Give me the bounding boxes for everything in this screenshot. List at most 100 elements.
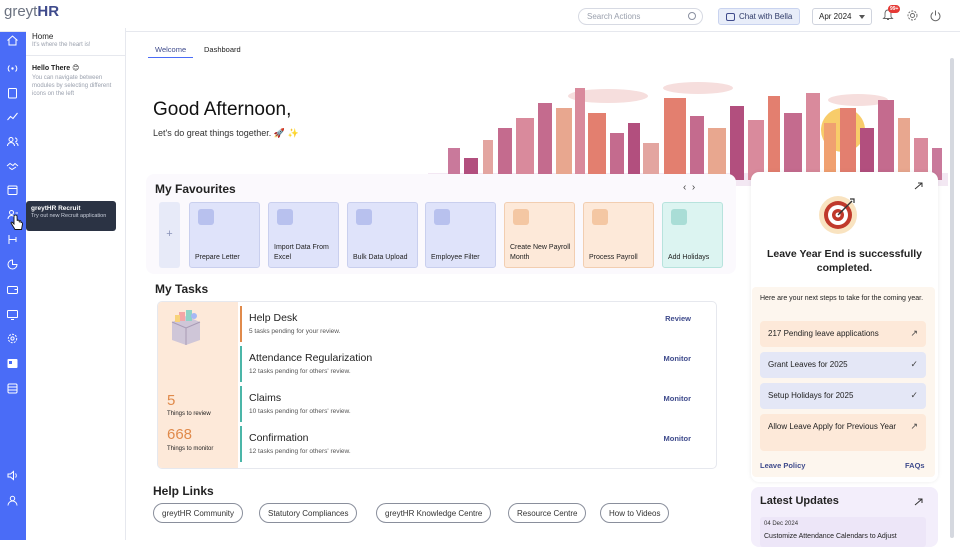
favourite-create-payroll-month[interactable]: Create New Payroll Month	[504, 202, 575, 268]
chevron-right-icon[interactable]: ›	[692, 182, 695, 193]
add-favourite-button[interactable]: +	[159, 202, 180, 268]
task-name: Confirmation	[249, 432, 309, 444]
month-select[interactable]: Apr 2024	[812, 8, 872, 25]
greeting-title: Good Afternoon,	[153, 99, 292, 120]
handshake-icon[interactable]	[6, 159, 19, 172]
greythr-logo[interactable]: greytHR	[4, 3, 59, 20]
monitor-link[interactable]: Monitor	[664, 394, 692, 403]
profile-icon[interactable]	[6, 494, 19, 507]
user-icon	[198, 209, 214, 225]
sidebar-home-title: Home	[32, 32, 54, 41]
help-link-community[interactable]: greytHR Community	[153, 503, 244, 523]
task-desc: 10 tasks pending for others' review.	[249, 408, 351, 415]
clipboard-icon[interactable]	[6, 86, 19, 99]
task-help-desk[interactable]: Help Desk 5 tasks pending for your revie…	[240, 304, 710, 342]
step-label: Grant Leaves for 2025	[768, 360, 848, 369]
monitor-icon[interactable]	[6, 308, 19, 321]
favourite-label: Import Data From Excel	[274, 244, 329, 261]
step-allow-previous-year[interactable]: Allow Leave Apply for Previous Year ↗	[760, 414, 926, 451]
database-icon[interactable]	[6, 382, 19, 395]
task-desc: 12 tasks pending for others' review.	[249, 368, 351, 375]
target-icon	[819, 196, 857, 234]
help-link-statutory[interactable]: Statutory Compliances	[259, 503, 358, 523]
monitor-link[interactable]: Monitor	[664, 434, 692, 443]
id-card-icon[interactable]	[6, 357, 19, 370]
pie-chart-icon[interactable]	[6, 258, 19, 271]
top-bar: greytHR Search Actions Chat with Bella A…	[0, 0, 960, 32]
step-setup-holidays[interactable]: Setup Holidays for 2025 ✓	[760, 383, 926, 409]
step-label: 217 Pending leave applications	[768, 329, 879, 338]
chevron-left-icon[interactable]: ‹	[683, 182, 686, 193]
leave-year-end-title: Leave Year End is successfully completed…	[766, 248, 923, 274]
calendar-icon[interactable]	[6, 183, 19, 196]
monitor-count: 668	[167, 426, 193, 443]
power-icon[interactable]	[929, 9, 942, 22]
gear-icon[interactable]	[906, 9, 919, 22]
scrollbar-thumb[interactable]	[950, 58, 954, 538]
favourite-import-data[interactable]: Import Data From Excel	[268, 202, 339, 268]
tab-welcome[interactable]: Welcome	[148, 42, 194, 58]
favourite-label: Create New Payroll Month	[510, 244, 571, 261]
task-status-bar	[240, 426, 242, 462]
latest-updates-title: Latest Updates	[760, 495, 839, 507]
favourite-add-holidays[interactable]: Add Holidays	[662, 202, 723, 268]
arrow-icon: ↗	[910, 328, 918, 338]
home-icon[interactable]	[6, 34, 19, 47]
task-name: Help Desk	[249, 312, 298, 324]
analytics-icon[interactable]	[6, 110, 19, 123]
step-grant-leaves[interactable]: Grant Leaves for 2025 ✓	[760, 352, 926, 378]
search-input[interactable]: Search Actions	[578, 8, 703, 25]
people-icon[interactable]	[6, 135, 19, 148]
task-confirmation[interactable]: Confirmation 12 tasks pending for others…	[240, 424, 710, 462]
check-icon: ✓	[910, 390, 918, 400]
home-sidebar: Home It's where the heart is! Hello Ther…	[26, 28, 126, 540]
favourite-employee-filter[interactable]: Employee Filter	[425, 202, 496, 268]
task-box-illustration	[171, 310, 201, 345]
favourite-process-payroll[interactable]: Process Payroll	[583, 202, 654, 268]
chat-icon	[726, 13, 735, 21]
step-pending-leave[interactable]: 217 Pending leave applications ↗	[760, 321, 926, 347]
expand-arrow-icon[interactable]	[914, 181, 924, 191]
search-placeholder: Search Actions	[587, 12, 641, 21]
org-chart-icon[interactable]	[6, 233, 19, 246]
module-rail	[0, 32, 26, 540]
faqs-link[interactable]: FAQs	[905, 461, 925, 470]
broadcast-icon[interactable]	[6, 62, 19, 75]
settings-module-icon[interactable]	[6, 332, 19, 345]
notification-badge: 99+	[888, 5, 901, 13]
task-attendance-regularization[interactable]: Attendance Regularization 12 tasks pendi…	[240, 344, 710, 382]
search-icon	[688, 12, 696, 20]
chat-with-bella-button[interactable]: Chat with Bella	[718, 8, 800, 25]
favourite-label: Employee Filter	[431, 254, 480, 261]
wallet-icon[interactable]	[6, 283, 19, 296]
help-link-knowledge-centre[interactable]: greytHR Knowledge Centre	[376, 503, 492, 523]
tasks-title: My Tasks	[155, 282, 209, 296]
help-link-how-to-videos[interactable]: How to Videos	[600, 503, 670, 523]
help-link-resource-centre[interactable]: Resource Centre	[508, 503, 587, 523]
update-text: Customize Attendance Calendars to Adjust	[764, 533, 897, 540]
favourite-bulk-upload[interactable]: Bulk Data Upload	[347, 202, 418, 268]
user-icon	[277, 209, 293, 225]
month-value: Apr 2024	[819, 12, 852, 21]
monitor-link[interactable]: Monitor	[664, 354, 692, 363]
sidebar-home[interactable]: Home It's where the heart is!	[32, 32, 91, 48]
check-icon: ✓	[910, 359, 918, 369]
page-scrollbar[interactable]	[948, 32, 956, 540]
recruit-tooltip: greytHR Recruit Try out new Recruit appl…	[26, 201, 116, 231]
next-steps-header: Here are your next steps to take for the…	[760, 295, 924, 302]
leave-policy-link[interactable]: Leave Policy	[760, 461, 805, 470]
city-skyline-illustration	[428, 82, 948, 186]
expand-arrow-icon[interactable]	[914, 497, 924, 507]
calendar-icon	[671, 209, 687, 225]
favourite-label: Bulk Data Upload	[353, 254, 408, 261]
favourite-label: Process Payroll	[589, 254, 638, 261]
favourite-prepare-letter[interactable]: Prepare Letter	[189, 202, 260, 268]
review-count-label: Things to review	[167, 411, 211, 417]
user-icon	[356, 209, 372, 225]
hand-cursor-icon	[10, 214, 23, 230]
tab-dashboard[interactable]: Dashboard	[197, 42, 248, 57]
task-claims[interactable]: Claims 10 tasks pending for others' revi…	[240, 384, 710, 422]
review-link[interactable]: Review	[665, 314, 691, 323]
speaker-icon[interactable]	[6, 469, 19, 482]
sidebar-divider	[26, 55, 126, 56]
